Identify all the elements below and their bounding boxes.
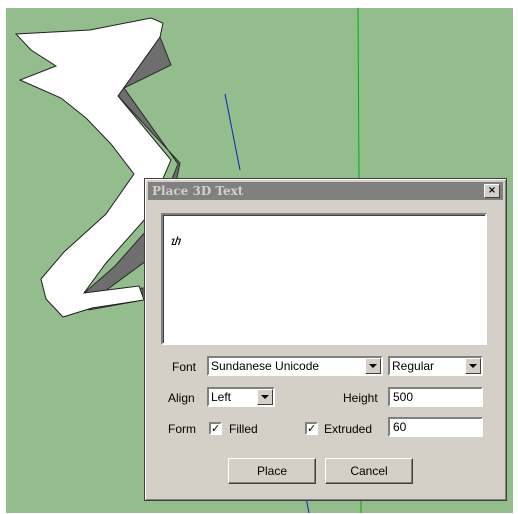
align-select[interactable]: Left bbox=[207, 387, 275, 407]
align-select-value: Left bbox=[211, 390, 232, 404]
height-input[interactable]: 500 bbox=[388, 387, 483, 407]
extruded-label: Extruded bbox=[324, 422, 373, 436]
text-input-area[interactable]: ᮒ bbox=[161, 213, 487, 345]
place-3d-text-dialog: Place 3D Text × ᮒ Font Sundanese Unicode… bbox=[144, 178, 507, 501]
cancel-button[interactable]: Cancel bbox=[325, 458, 413, 484]
dialog-title: Place 3D Text bbox=[152, 184, 244, 198]
dialog-titlebar[interactable]: Place 3D Text × bbox=[148, 182, 503, 200]
text-content: ᮒ bbox=[171, 234, 182, 248]
place-button[interactable]: Place bbox=[228, 458, 316, 484]
blue-axis bbox=[224, 93, 241, 171]
chevron-down-icon[interactable] bbox=[257, 389, 273, 405]
chevron-down-icon[interactable] bbox=[465, 358, 481, 374]
chevron-down-icon[interactable] bbox=[365, 358, 381, 374]
extrude-input[interactable]: 60 bbox=[388, 417, 483, 437]
align-label: Align bbox=[168, 391, 195, 405]
form-label: Form bbox=[168, 422, 196, 436]
close-icon[interactable]: × bbox=[484, 184, 500, 198]
height-label: Height bbox=[343, 391, 378, 405]
extruded-checkbox[interactable]: ✓ bbox=[305, 422, 318, 435]
3d-canvas[interactable]: Place 3D Text × ᮒ Font Sundanese Unicode… bbox=[6, 8, 513, 513]
font-select-value: Sundanese Unicode bbox=[211, 359, 320, 373]
filled-label: Filled bbox=[229, 422, 258, 436]
font-select[interactable]: Sundanese Unicode bbox=[207, 356, 383, 376]
style-select[interactable]: Regular bbox=[388, 356, 483, 376]
font-label: Font bbox=[172, 360, 197, 374]
filled-checkbox[interactable]: ✓ bbox=[209, 422, 222, 435]
style-select-value: Regular bbox=[392, 359, 435, 373]
